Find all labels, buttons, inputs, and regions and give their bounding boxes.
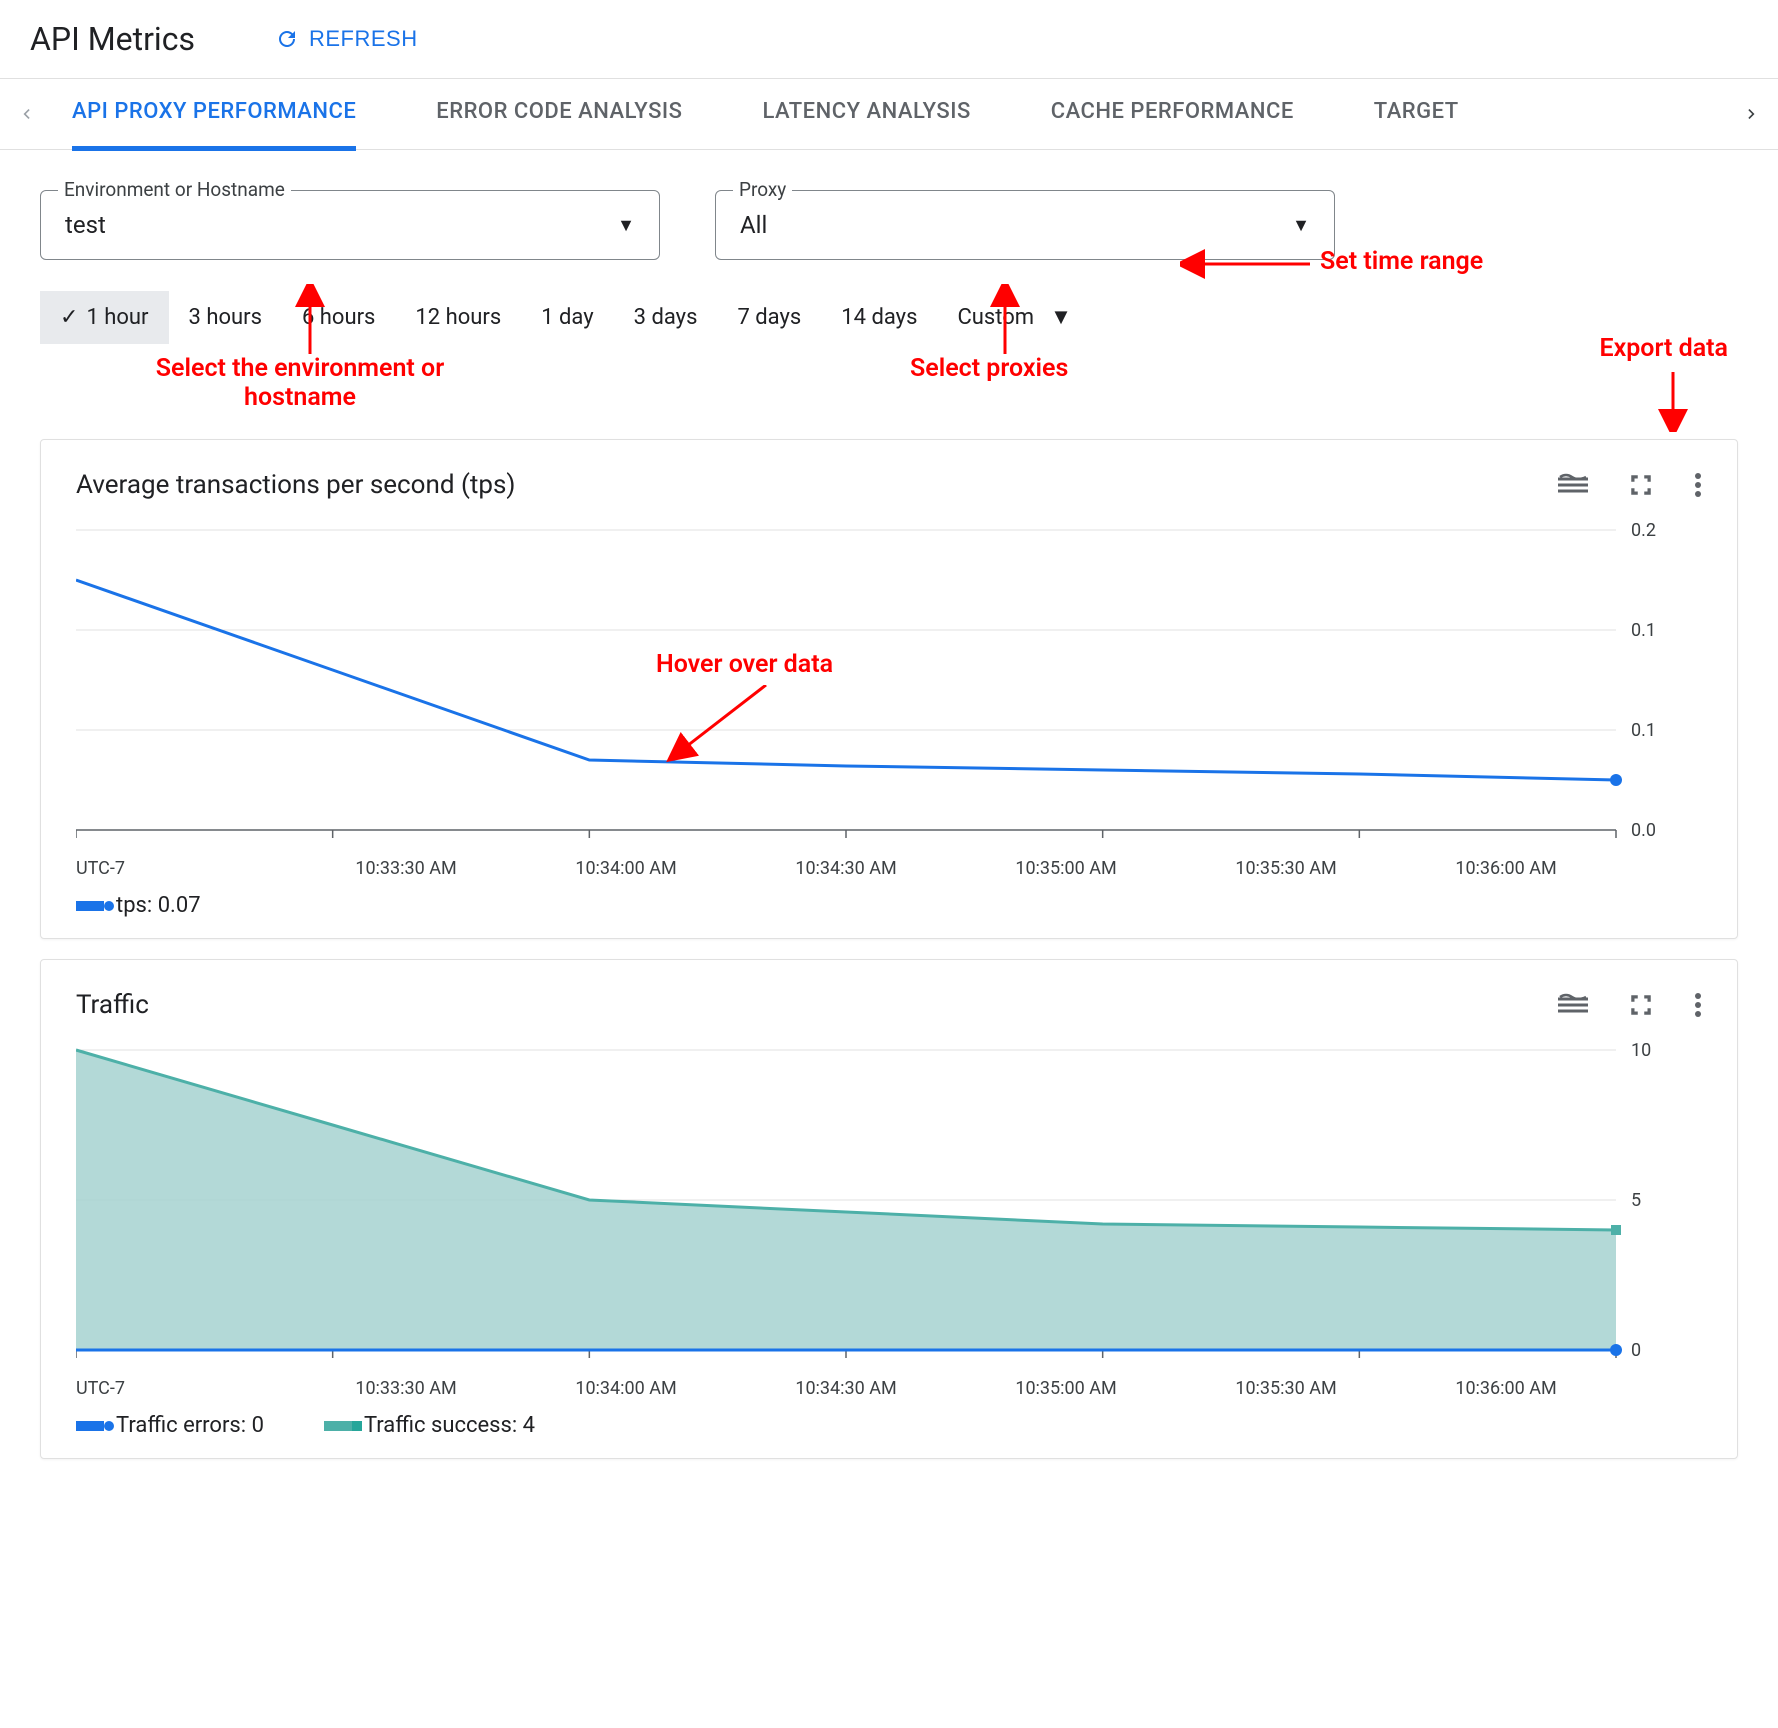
tps-card: Average transactions per second (tps) Ho…	[40, 439, 1738, 939]
svg-text:0.1: 0.1	[1631, 720, 1656, 741]
x-tick: 10:35:30 AM	[1176, 858, 1396, 879]
x-tick: 10:33:30 AM	[296, 858, 516, 879]
svg-text:5: 5	[1631, 1190, 1641, 1211]
fullscreen-icon[interactable]	[1628, 472, 1654, 498]
more-menu-icon[interactable]	[1694, 472, 1702, 498]
annotation-export: Export data	[1599, 334, 1728, 363]
annotation-env: Select the environment or hostname	[130, 354, 470, 412]
tabs-row: API PROXY PERFORMANCE ERROR CODE ANALYSIS…	[0, 78, 1778, 150]
svg-text:0.2: 0.2	[1631, 520, 1656, 541]
time-range-row: ✓1 hour3 hours6 hours12 hours1 day3 days…	[0, 270, 1778, 354]
traffic-card: Traffic 0 5 10 UTC-710:33:30 AM10:34:00 AM…	[40, 959, 1738, 1459]
tps-card-title: Average transactions per second (tps)	[76, 470, 515, 500]
tabs-scroll-left[interactable]	[10, 104, 42, 124]
time-range-12-hours[interactable]: 12 hours	[395, 291, 521, 344]
caret-down-icon: ▼	[617, 215, 635, 236]
chevron-right-icon	[1742, 104, 1762, 124]
tab-target[interactable]: TARGET	[1374, 77, 1459, 151]
proxy-value: All	[740, 211, 767, 239]
x-tick: 10:35:00 AM	[956, 858, 1176, 879]
x-tick: 10:35:00 AM	[956, 1378, 1176, 1399]
time-range-3-hours[interactable]: 3 hours	[169, 291, 282, 344]
time-range-3-days[interactable]: 3 days	[614, 291, 718, 344]
timezone-label: UTC-7	[76, 1378, 296, 1399]
x-tick: 10:36:00 AM	[1396, 858, 1616, 879]
time-range-1-day[interactable]: 1 day	[521, 291, 613, 344]
svg-text:0.05: 0.05	[1631, 820, 1656, 841]
tps-line-chart[interactable]: 0.05 0.1 0.15 0.2	[76, 520, 1656, 850]
annotation-proxy: Select proxies	[910, 354, 1068, 383]
page-title: API Metrics	[30, 20, 195, 58]
environment-field: Environment or Hostname test ▼	[40, 190, 660, 260]
x-tick: 10:34:00 AM	[516, 1378, 736, 1399]
x-tick: 10:33:30 AM	[296, 1378, 516, 1399]
tabs-scroll-right[interactable]	[1736, 104, 1768, 124]
legend-item: Traffic success: 4	[324, 1413, 535, 1438]
x-tick: 10:34:30 AM	[736, 1378, 956, 1399]
traffic-area-chart[interactable]: 0 5 10	[76, 1040, 1656, 1370]
environment-value: test	[65, 211, 106, 239]
x-tick: 10:35:30 AM	[1176, 1378, 1396, 1399]
svg-text:0.15: 0.15	[1631, 620, 1656, 641]
refresh-button[interactable]: REFRESH	[275, 26, 418, 52]
time-range-1-hour[interactable]: ✓1 hour	[40, 291, 169, 344]
svg-text:0: 0	[1631, 1340, 1641, 1361]
tab-error-code-analysis[interactable]: ERROR CODE ANALYSIS	[436, 77, 682, 151]
refresh-icon	[275, 27, 299, 51]
annotation-hover: Hover over data	[656, 650, 833, 679]
fullscreen-icon[interactable]	[1628, 992, 1654, 1018]
x-tick: 10:34:00 AM	[516, 858, 736, 879]
proxy-label: Proxy	[733, 178, 792, 201]
traffic-card-title: Traffic	[76, 990, 149, 1020]
chevron-left-icon	[16, 104, 36, 124]
annotation-time: Set time range	[1320, 247, 1483, 276]
time-range-7-days[interactable]: 7 days	[717, 291, 821, 344]
environment-label: Environment or Hostname	[58, 178, 291, 201]
tab-latency-analysis[interactable]: LATENCY ANALYSIS	[762, 77, 970, 151]
legend-toggle-icon[interactable]	[1558, 993, 1588, 1017]
svg-text:10: 10	[1631, 1040, 1651, 1061]
caret-down-icon: ▼	[1292, 215, 1310, 236]
refresh-label: REFRESH	[309, 26, 418, 52]
tab-api-proxy-performance[interactable]: API PROXY PERFORMANCE	[72, 77, 356, 151]
legend-toggle-icon[interactable]	[1558, 473, 1588, 497]
x-tick: 10:34:30 AM	[736, 858, 956, 879]
legend-item: Traffic errors: 0	[76, 1413, 264, 1438]
timezone-label: UTC-7	[76, 858, 296, 879]
x-tick: 10:36:00 AM	[1396, 1378, 1616, 1399]
more-menu-icon[interactable]	[1694, 992, 1702, 1018]
tab-cache-performance[interactable]: CACHE PERFORMANCE	[1051, 77, 1294, 151]
legend-item: tps: 0.07	[76, 893, 201, 918]
time-range-14-days[interactable]: 14 days	[821, 291, 937, 344]
